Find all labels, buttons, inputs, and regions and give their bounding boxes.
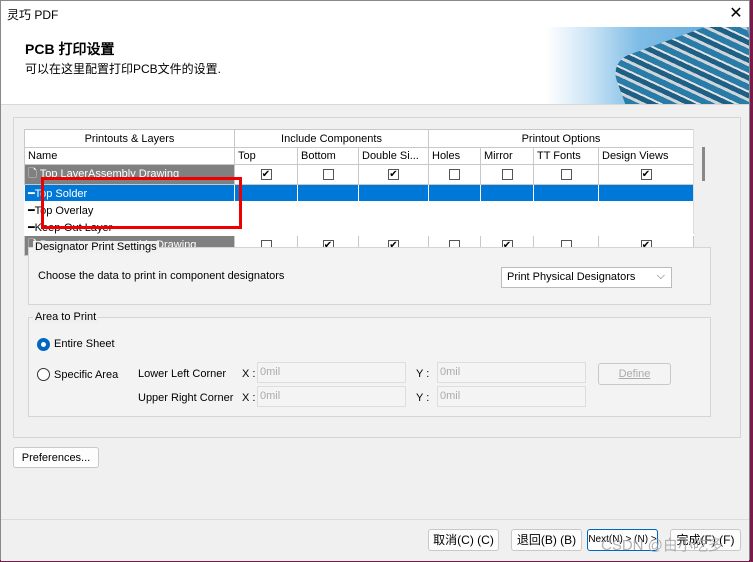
group-header-printouts: Printouts & Layers [24,129,235,148]
back-button[interactable]: 退回(B) (B) [511,529,582,551]
column-header-mirror[interactable]: Mirror [480,147,534,165]
cancel-button[interactable]: 取消(C) (C) [428,529,499,551]
lower-left-x-label: X : [242,368,256,380]
entire-sheet-radio[interactable] [37,338,50,351]
wizard-header: PCB 打印设置 可以在这里配置打印PCB文件的设置. [1,27,749,105]
checkbox-double-si-[interactable]: ✔ [388,169,399,181]
checkbox-holes[interactable] [449,169,460,181]
specific-area-radio[interactable] [37,368,50,381]
lower-left-y-label: Y : [416,368,430,380]
checkbox-top[interactable]: ✔ [260,169,272,181]
checkbox-design-views[interactable]: ✔ [640,169,652,181]
upper-right-label: Upper Right Corner [138,392,234,404]
entire-sheet-label: Entire Sheet [54,338,115,350]
chevron-down-icon: ⌵ [656,270,665,282]
checkbox-mirror[interactable] [501,169,513,181]
column-header-bottom[interactable]: Bottom [297,147,359,165]
dialog-window: 灵巧 PDF ✕ PCB 打印设置 可以在这里配置打印PCB文件的设置. Pri… [0,0,750,561]
define-button[interactable]: Define [598,363,671,385]
layer-icon: ━ [28,221,35,234]
watermark: CSDN @白小吃多 [601,537,723,554]
layer-icon: ━ [28,187,35,200]
preferences-button[interactable]: Preferences... [13,447,99,468]
table-scrollbar[interactable] [693,129,705,234]
column-header-tt-fonts[interactable]: TT Fonts [533,147,599,165]
area-legend: Area to Print [33,311,99,323]
checkbox-bottom[interactable] [322,169,334,181]
specific-area-label: Specific Area [54,369,119,381]
page-title: PCB 打印设置 [25,41,115,57]
group-header-components: Include Components [234,129,429,148]
lower-left-x-input[interactable]: 0mil [257,362,406,383]
upper-right-y-input[interactable]: 0mil [437,386,586,407]
checkbox-tt-fonts[interactable] [560,169,572,181]
group-header-options: Printout Options [428,129,694,148]
lower-left-label: Lower Left Corner [138,368,227,380]
designator-select[interactable]: Print Physical Designators ⌵ [501,267,672,288]
window-title: 灵巧 PDF [7,8,59,22]
designator-legend: Designator Print Settings [33,241,159,253]
page-subtitle: 可以在这里配置打印PCB文件的设置. [25,62,222,76]
column-header-double-sided[interactable]: Double Si... [358,147,429,165]
designator-label: Choose the data to print in component de… [38,270,285,282]
column-header-design-views[interactable]: Design Views [598,147,694,165]
column-header-name[interactable]: Name [24,147,235,165]
title-bar: 灵巧 PDF ✕ [1,1,749,27]
column-header-top[interactable]: Top [234,147,298,165]
upper-right-x-input[interactable]: 0mil [257,386,406,407]
column-header-holes[interactable]: Holes [428,147,481,165]
lower-left-y-input[interactable]: 0mil [437,362,586,383]
upper-right-y-label: Y : [416,392,430,404]
scrollbar-thumb[interactable] [702,147,705,181]
layer-icon: ━ [28,204,35,217]
highlight-annotation [41,177,242,229]
upper-right-x-label: X : [242,392,256,404]
document-icon: 🗋 [28,168,37,180]
close-icon[interactable]: ✕ [725,3,747,23]
designator-select-value: Print Physical Designators [507,271,636,283]
